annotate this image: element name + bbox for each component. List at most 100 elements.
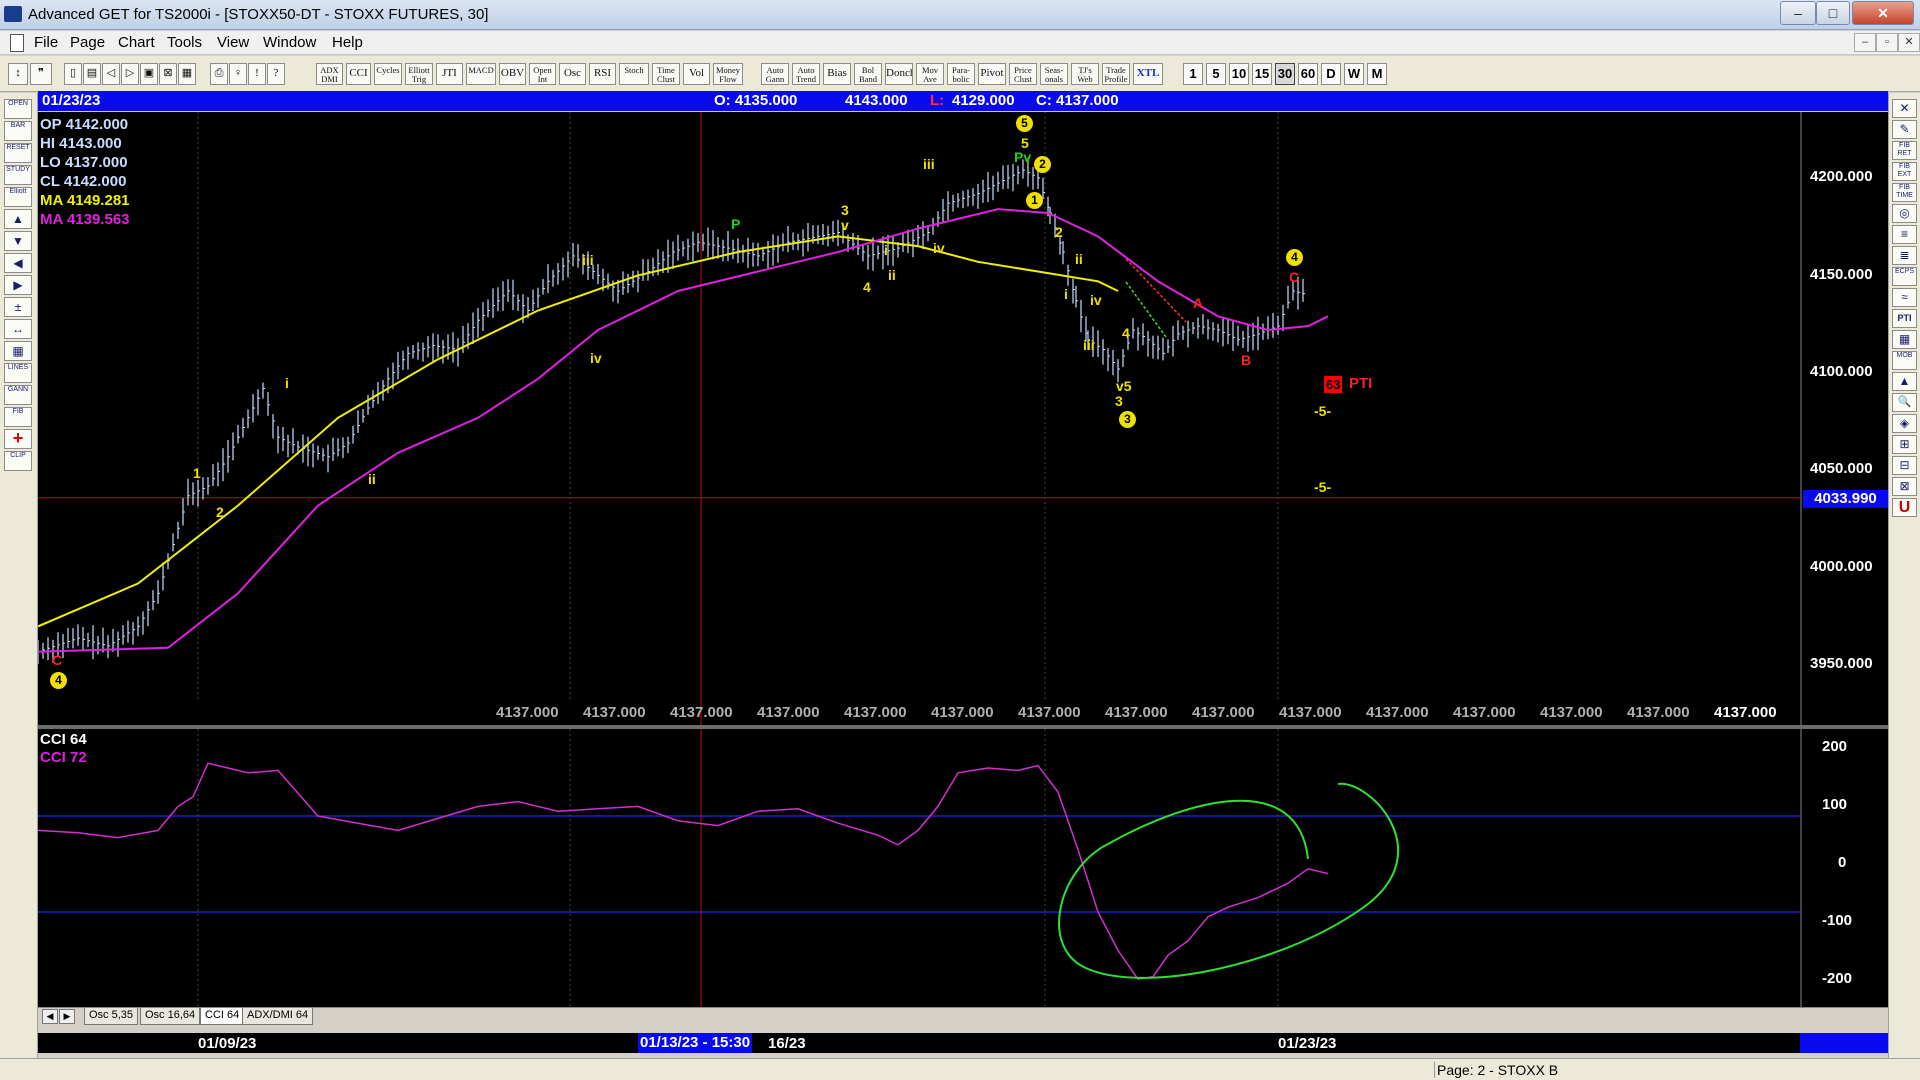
study-seasonals-button[interactable]: Seas-onals — [1040, 63, 1068, 85]
layout-icon[interactable]: ▦ — [178, 63, 196, 85]
study-time-clust-button[interactable]: Time Clust — [652, 63, 680, 85]
fib-ext-button[interactable]: FIB EXT — [1892, 162, 1917, 181]
menu-help[interactable]: Help — [332, 34, 363, 51]
tab-adx-dmi-64[interactable]: ADX/DMI 64 — [242, 1008, 314, 1025]
arrow-right-icon[interactable]: ▶ — [4, 275, 32, 295]
magnifier-icon[interactable]: 🔍 — [1892, 393, 1917, 412]
study-osc-button[interactable]: Osc — [559, 63, 586, 85]
ecps-button[interactable]: ECPS — [1892, 267, 1917, 286]
scroll-left-icon[interactable]: ◁ — [102, 63, 120, 85]
reset-tool-button[interactable]: RESET — [4, 143, 32, 163]
study-stoch-button[interactable]: Stoch — [619, 63, 649, 85]
timeframe-m-button[interactable]: M — [1367, 63, 1387, 85]
menu-tools[interactable]: Tools — [167, 34, 202, 51]
timeframe-10-button[interactable]: 10 — [1229, 63, 1249, 85]
mdi-close-button[interactable]: ✕ — [1898, 33, 1920, 52]
box-plus-icon[interactable]: ⊞ — [1892, 435, 1917, 454]
print-icon[interactable]: ⎙ — [210, 63, 228, 85]
grid-icon[interactable]: ⊠ — [159, 63, 177, 85]
arrow-down-icon[interactable]: ▼ — [4, 231, 32, 251]
undo-u-button[interactable]: U — [1892, 498, 1917, 517]
fib-ret-button[interactable]: FIB RET — [1892, 141, 1917, 160]
study-obv-button[interactable]: OBV — [499, 63, 526, 85]
price-chart-panel[interactable]: OP 4142.000 HI 4143.000 LO 4137.000 CL 4… — [38, 112, 1888, 725]
bar-tool-button[interactable]: BAR — [4, 121, 32, 141]
table-icon[interactable]: ▦ — [1892, 330, 1917, 349]
crosshair-icon[interactable]: + — [4, 429, 32, 449]
tab-cci-64[interactable]: CCI 64 — [200, 1008, 245, 1025]
minimize-button[interactable]: – — [1780, 1, 1816, 25]
maximize-button[interactable]: □ — [1816, 1, 1850, 25]
study-tj-web-button[interactable]: TJ's Web — [1071, 63, 1099, 85]
menu-page[interactable]: Page — [70, 34, 105, 51]
study-tool-button[interactable]: STUDY — [4, 165, 32, 185]
tab-scroll-right-icon[interactable]: ▶ — [59, 1009, 75, 1024]
open-tool-button[interactable]: OPEN — [4, 99, 32, 119]
document-icon[interactable] — [10, 34, 24, 52]
study-macd-button[interactable]: MACD — [466, 63, 496, 85]
pencil-icon[interactable]: ✎ — [1892, 120, 1917, 139]
timeframe-60-button[interactable]: 60 — [1298, 63, 1318, 85]
study-parabolic-button[interactable]: Para-bolic — [947, 63, 975, 85]
tab-osc-5-35[interactable]: Osc 5,35 — [84, 1008, 139, 1025]
quote-tool-icon[interactable]: ❞ — [30, 63, 52, 85]
pointer-tool-icon[interactable]: ↕ — [8, 63, 28, 85]
grid-tool-icon[interactable]: ▦ — [4, 341, 32, 361]
plus-minus-icon[interactable]: ± — [4, 297, 32, 317]
study-jti-button[interactable]: JTI — [436, 63, 463, 85]
study-vol-button[interactable]: Vol — [683, 63, 710, 85]
cci-indicator-panel[interactable]: CCI 64 CCI 72 200 100 0 -100 -200 — [38, 729, 1888, 1007]
timeframe-5-button[interactable]: 5 — [1206, 63, 1226, 85]
study-bol-band-button[interactable]: Bol Band — [854, 63, 882, 85]
study-pivot-button[interactable]: Pivot — [978, 63, 1006, 85]
hint-icon[interactable]: ♀ — [229, 63, 247, 85]
channels-icon[interactable]: ≣ — [1892, 246, 1917, 265]
lines-icon[interactable]: ≡ — [1892, 225, 1917, 244]
timeframe-w-button[interactable]: W — [1344, 63, 1364, 85]
study-cci-button[interactable]: CCI — [346, 63, 371, 85]
study-auto-gann-button[interactable]: Auto Gann — [761, 63, 789, 85]
study-trade-profile-button[interactable]: Trade Profile — [1102, 63, 1130, 85]
arrow-up-icon[interactable]: ▲ — [4, 209, 32, 229]
study-price-clust-button[interactable]: Price Clust — [1009, 63, 1037, 85]
study-auto-trend-button[interactable]: Auto Trend — [792, 63, 820, 85]
pti-button[interactable]: PTI — [1892, 309, 1917, 328]
fib-tool-button[interactable]: FIB — [4, 407, 32, 427]
mdi-minimize-button[interactable]: – — [1854, 33, 1876, 52]
zoom-icon[interactable]: ▣ — [140, 63, 158, 85]
study-money-flow-button[interactable]: Money Flow — [713, 63, 743, 85]
timeframe-15-button[interactable]: 15 — [1252, 63, 1272, 85]
lines-tool-button[interactable]: LINES — [4, 363, 32, 383]
timeframe-d-button[interactable]: D — [1321, 63, 1341, 85]
stretch-icon[interactable]: ↔ — [4, 319, 32, 339]
study-mov-ave-button[interactable]: Mov Ave — [916, 63, 944, 85]
scroll-right-icon[interactable]: ▷ — [121, 63, 139, 85]
menu-file[interactable]: File — [34, 34, 58, 51]
wave-icon[interactable]: ≈ — [1892, 288, 1917, 307]
mob-button[interactable]: MOB — [1892, 351, 1917, 370]
timeframe-30-button[interactable]: 30 — [1275, 63, 1295, 85]
alert-icon[interactable]: ! — [248, 63, 266, 85]
study-open-int-button[interactable]: Open Int — [529, 63, 556, 85]
arrow-left-icon[interactable]: ◀ — [4, 253, 32, 273]
open-file-icon[interactable]: ▤ — [83, 63, 101, 85]
timeframe-1-button[interactable]: 1 — [1183, 63, 1203, 85]
study-donch-button[interactable]: Donch — [885, 63, 913, 85]
triangle-icon[interactable]: ▲ — [1892, 372, 1917, 391]
gann-tool-button[interactable]: GANN — [4, 385, 32, 405]
study-elliott-trig-button[interactable]: Elliott Trig — [405, 63, 433, 85]
tab-osc-16-64[interactable]: Osc 16,64 — [140, 1008, 201, 1025]
box-minus-icon[interactable]: ⊟ — [1892, 456, 1917, 475]
elliott-tool-button[interactable]: Elliott — [4, 187, 32, 207]
menu-view[interactable]: View — [217, 34, 249, 51]
box-x-icon[interactable]: ⊠ — [1892, 477, 1917, 496]
fib-time-button[interactable]: FIB TIME — [1892, 183, 1917, 202]
study-xtl-button[interactable]: XTL — [1133, 63, 1163, 85]
study-bias-button[interactable]: Bias — [823, 63, 851, 85]
new-page-icon[interactable]: ▯ — [64, 63, 82, 85]
close-tool-icon[interactable]: ✕ — [1892, 99, 1917, 118]
target-icon[interactable]: ◎ — [1892, 204, 1917, 223]
study-cycles-button[interactable]: Cycles — [374, 63, 402, 85]
menu-window[interactable]: Window — [263, 34, 316, 51]
close-button[interactable]: ✕ — [1852, 1, 1914, 25]
